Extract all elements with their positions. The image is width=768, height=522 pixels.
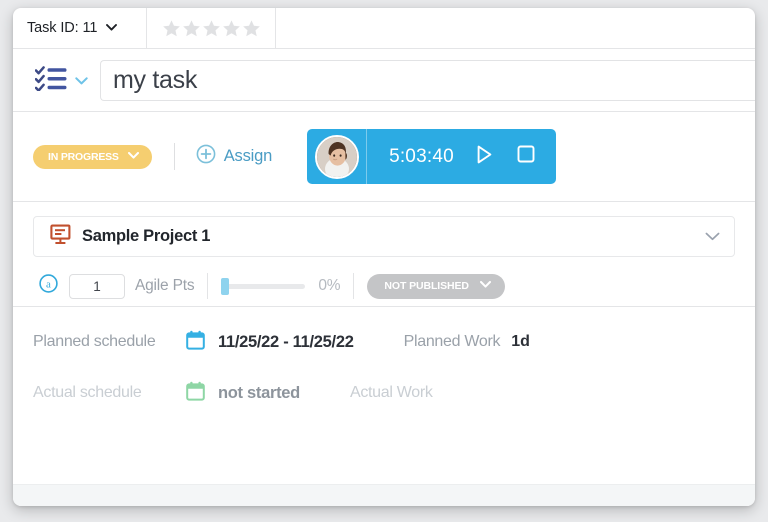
agile-icon[interactable]: a: [39, 274, 58, 298]
checklist-glyph: [34, 65, 67, 92]
stop-icon[interactable]: [517, 145, 535, 168]
project-board-glyph: [50, 224, 71, 244]
star-icon[interactable]: [222, 19, 241, 38]
chevron-down-glyph: [106, 23, 118, 31]
assign-button[interactable]: Assign: [196, 144, 272, 169]
chevron-down-glyph: [127, 151, 139, 159]
project-board-icon: [50, 224, 71, 250]
divider: [353, 273, 355, 299]
timer-avatar-cell[interactable]: [307, 129, 368, 184]
task-title-input[interactable]: [100, 59, 755, 101]
agile-a-glyph: a: [39, 274, 58, 293]
star-icon[interactable]: [162, 19, 181, 38]
publish-status-badge[interactable]: NOT PUBLISHED: [367, 273, 505, 299]
agile-points-input[interactable]: [69, 273, 125, 299]
play-icon[interactable]: [476, 145, 493, 169]
planned-schedule-row: Planned schedule 11/25/22 - 11/25/22 Pla…: [33, 329, 735, 355]
star-icon[interactable]: [182, 19, 201, 38]
task-id-label: Task ID: 11: [27, 20, 98, 36]
chevron-down-icon: [127, 151, 139, 162]
divider: [173, 143, 175, 170]
task-timer-widget[interactable]: 5:03:40: [307, 129, 557, 184]
play-glyph: [477, 145, 492, 163]
planned-schedule-value[interactable]: 11/25/22 - 11/25/22: [218, 333, 354, 352]
plus-circle-icon: [196, 144, 216, 169]
star-icon[interactable]: [242, 19, 261, 38]
calendar-glyph: [186, 381, 205, 401]
actual-work-label: Actual Work: [349, 384, 433, 401]
chevron-down-glyph: [705, 232, 720, 241]
actual-schedule-value[interactable]: not started: [218, 384, 300, 403]
star-icon[interactable]: [202, 19, 221, 38]
tab-strip-filler: [276, 8, 755, 48]
task-detail-card: Task ID: 11 my task IN PROGRESS Assign 5…: [13, 8, 755, 506]
project-section: Sample Project 1 a Agile Pts 0%: [13, 202, 755, 307]
actual-schedule-row: Actual schedule not started Actual Work: [33, 380, 735, 406]
agile-points-label: Agile Pts: [135, 277, 195, 294]
timer-elapsed-time: 5:03:40: [389, 145, 454, 167]
user-avatar-photo: [316, 136, 357, 177]
chevron-down-icon: [479, 281, 491, 291]
calendar-glyph: [186, 330, 205, 350]
card-footer: [13, 484, 755, 506]
status-badge-label: IN PROGRESS: [48, 150, 119, 163]
agile-points-row: a Agile Pts 0% NOT PUBLISHED: [33, 272, 735, 300]
actual-schedule-label: Actual schedule: [33, 384, 142, 401]
task-id-dropdown[interactable]: Task ID: 11: [13, 8, 147, 48]
publish-status-label: NOT PUBLISHED: [384, 280, 469, 292]
checklist-icon[interactable]: [34, 65, 69, 96]
schedule-section: Planned schedule 11/25/22 - 11/25/22 Pla…: [13, 307, 755, 465]
calendar-icon[interactable]: [186, 381, 205, 406]
task-tab-strip: Task ID: 11: [13, 8, 755, 49]
chevron-down-icon: [705, 229, 720, 244]
chevron-down-glyph: [75, 76, 88, 84]
chevron-down-icon[interactable]: [75, 74, 88, 87]
planned-work-value: 1d: [511, 333, 530, 350]
calendar-icon[interactable]: [186, 330, 205, 355]
divider: [207, 273, 209, 299]
planned-work-label: Planned Work: [403, 333, 501, 350]
status-badge[interactable]: IN PROGRESS: [33, 144, 152, 169]
rating-stars[interactable]: [162, 19, 261, 38]
task-title-row: [13, 49, 755, 112]
plus-circle-glyph: [196, 144, 216, 164]
progress-slider[interactable]: [221, 277, 306, 295]
progress-slider-handle[interactable]: [221, 277, 230, 295]
stop-glyph: [517, 145, 535, 163]
project-name: Sample Project 1: [82, 227, 211, 245]
assign-label: Assign: [223, 147, 273, 165]
planned-schedule-label: Planned schedule: [33, 333, 156, 350]
progress-percent-label: 0%: [318, 277, 341, 294]
svg-text:a: a: [46, 279, 51, 291]
task-rating[interactable]: [147, 8, 276, 48]
avatar[interactable]: [314, 134, 359, 179]
task-status-row: IN PROGRESS Assign 5:03:40: [13, 112, 755, 202]
chevron-down-icon: [106, 23, 118, 34]
chevron-down-glyph: [479, 281, 491, 288]
project-select[interactable]: Sample Project 1: [33, 216, 735, 257]
